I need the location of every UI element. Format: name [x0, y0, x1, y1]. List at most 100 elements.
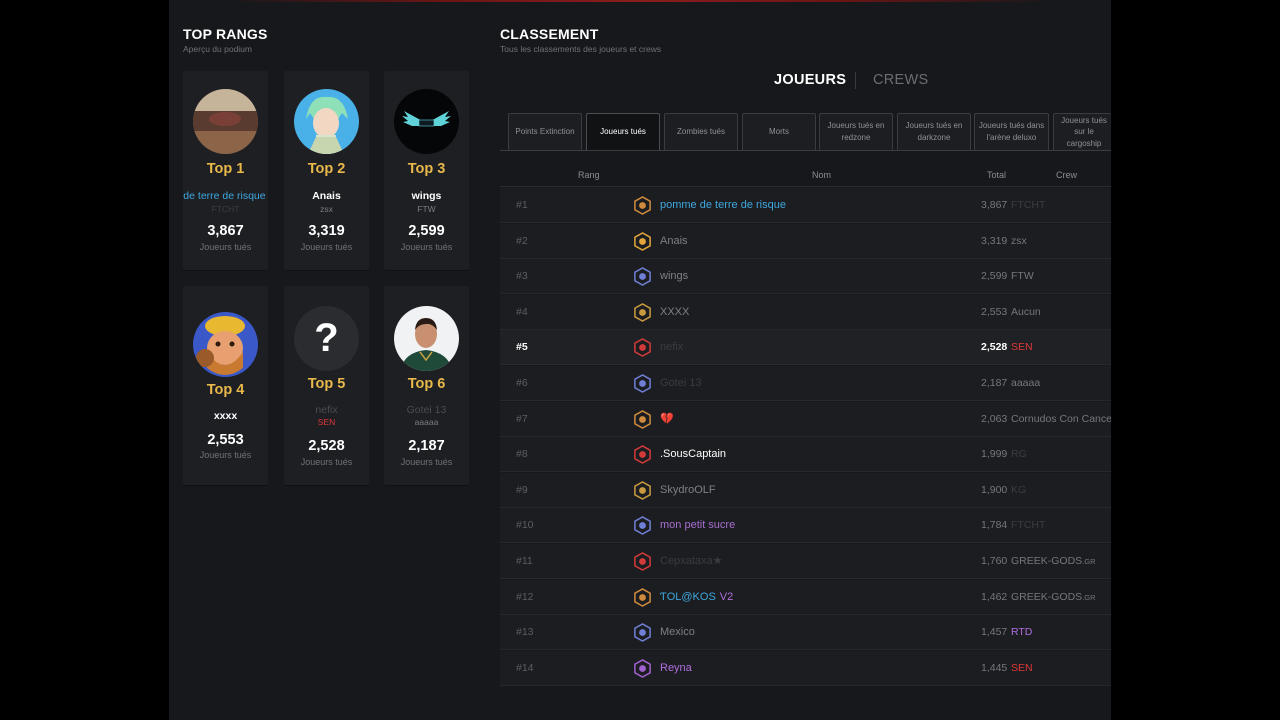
row-player-name[interactable]: SkydroOLF: [660, 473, 716, 508]
row-player-name[interactable]: nefix: [660, 330, 683, 365]
podium-card-5[interactable]: ? Top 5 nefix SEN 2,528 Joueurs tués: [284, 286, 369, 485]
crew-name-text: GREEK-GODS: [1011, 555, 1083, 567]
podium-card-2[interactable]: Top 2 Anais zsx 3,319 Joueurs tués: [284, 71, 369, 270]
top-ranks-title: TOP RANGS: [183, 26, 268, 42]
table-row[interactable]: #12 ƬOL@KOS V2 1,462 GREEK-GODS.GR: [500, 579, 1111, 615]
player-name-text: nefix: [660, 341, 684, 354]
table-row[interactable]: #8 .SousCaptain 1,999 RG: [500, 437, 1111, 473]
table-row[interactable]: #10 mon petit sucre 1,784 FTCHT: [500, 508, 1111, 544]
row-player-name[interactable]: pomme de terre de risque: [660, 188, 786, 223]
row-crew[interactable]: FTCHT: [1011, 508, 1045, 543]
player-name-text: ƬOL@KOS: [660, 590, 716, 603]
crew-suffix: .GR: [1082, 557, 1096, 566]
table-row[interactable]: #2 Anais 3,319 zsx: [500, 223, 1111, 259]
player-name-text: wings: [660, 270, 689, 283]
row-player-name[interactable]: XXXX: [660, 295, 689, 330]
row-player-name[interactable]: Mexico: [660, 615, 695, 650]
podium-score: 2,187: [408, 438, 445, 454]
tab-zombies-killed[interactable]: Zombies tués: [664, 113, 738, 150]
row-crew[interactable]: zsx: [1011, 224, 1027, 259]
row-crew[interactable]: SEN: [1011, 330, 1033, 365]
row-player-name[interactable]: Anais: [660, 224, 688, 259]
column-header-name: Nom: [812, 170, 832, 180]
podium-player-name[interactable]: xxxx: [183, 410, 268, 422]
row-player-name[interactable]: 💔: [660, 402, 674, 437]
podium-player-name[interactable]: nefix: [284, 404, 369, 416]
ranking-subtitle: Tous les classements des joueurs et crew…: [500, 44, 662, 54]
podium-score-unit: Joueurs tués: [199, 242, 252, 252]
crew-name-text: RG: [1011, 448, 1027, 461]
podium-player-name[interactable]: Gotei 13: [384, 404, 469, 416]
crew-suffix: .GR: [1082, 592, 1096, 602]
row-total: 2,187: [981, 377, 1008, 389]
row-crew[interactable]: GREEK-GODS.GR: [1011, 580, 1096, 615]
gold-sword-badge-icon: [634, 302, 651, 322]
podium-card-1[interactable]: Top 1 pomme de terre de risque FTCHT 3,8…: [183, 71, 268, 270]
tab-cargoship-kills[interactable]: Joueurs tués sur le cargoship: [1053, 113, 1111, 150]
row-player-name[interactable]: Cepxataxa★: [660, 544, 722, 579]
podium-score-unit: Joueurs tués: [400, 242, 453, 252]
row-crew[interactable]: KG: [1011, 473, 1026, 508]
table-row[interactable]: #14 Reyna 1,445 SEN: [500, 650, 1111, 686]
table-row[interactable]: #11 Cepxataxa★ 1,760 GREEK-GODS.GR: [500, 544, 1111, 579]
player-name-text: pomme de terre de risque: [660, 199, 786, 211]
row-player-name[interactable]: .SousCaptain: [660, 437, 726, 472]
row-rank: #11: [516, 555, 533, 567]
table-row[interactable]: #3 wings 2,599 FTW: [500, 259, 1111, 295]
player-avatar-footballer: [394, 306, 459, 371]
tab-deluxo-arena-kills[interactable]: Joueurs tués dans l'arène deluxo: [974, 113, 1049, 150]
crew-name-text: FTCHT: [1011, 199, 1046, 211]
podium-card-4[interactable]: Top 4 xxxx 2,553 Joueurs tués: [183, 286, 268, 485]
table-row[interactable]: #13 Mexico 1,457 RTD: [500, 615, 1111, 651]
table-row[interactable]: #1 pomme de terre de risque 3,867 FTCHT: [500, 188, 1111, 223]
row-rank: #3: [516, 270, 528, 283]
table-row[interactable]: #4 XXXX 2,553 Aucun: [500, 294, 1111, 330]
tab-players-killed[interactable]: Joueurs tués: [586, 113, 660, 150]
row-rank: #8: [516, 448, 528, 461]
row-crew[interactable]: SEN: [1011, 651, 1033, 686]
player-name-text: SkydroOLF: [660, 483, 716, 496]
purple-skull-badge-icon: [634, 658, 651, 678]
table-row[interactable]: #7 💔 2,063 Cornudos Con Cancer: [500, 401, 1111, 437]
blue-hex-badge-icon: [634, 267, 651, 287]
row-crew[interactable]: aaaaa: [1011, 366, 1040, 401]
row-player-name[interactable]: mon petit sucre: [660, 508, 735, 543]
podium-score: 2,599: [408, 223, 445, 239]
row-player-name[interactable]: Gotei 13: [660, 366, 702, 401]
row-rank: #7: [516, 412, 528, 425]
row-crew[interactable]: Aucun: [1011, 295, 1041, 330]
tab-players[interactable]: JOUEURS: [774, 72, 846, 88]
crew-name-text: Aucun: [1011, 305, 1041, 318]
table-row[interactable]: #6 Gotei 13 2,187 aaaaa: [500, 366, 1111, 401]
podium-score-unit: Joueurs tués: [300, 457, 353, 467]
podium-crew-name: FTW: [417, 204, 436, 214]
tab-darkzone-kills[interactable]: Joueurs tués en darkzone: [897, 113, 971, 150]
row-player-name[interactable]: ƬOL@KOS V2: [660, 580, 733, 615]
crew-name-text: SEN: [1011, 341, 1033, 354]
row-crew[interactable]: FTW: [1011, 259, 1034, 294]
podium-player-name[interactable]: wings: [384, 190, 469, 202]
podium-score: 3,319: [308, 223, 345, 239]
row-crew[interactable]: Cornudos Con Cancer: [1011, 402, 1111, 437]
row-player-name[interactable]: wings: [660, 259, 688, 294]
tab-crews[interactable]: CREWS: [873, 72, 928, 88]
row-player-name[interactable]: Reyna: [660, 651, 692, 686]
podium-score-unit: Joueurs tués: [199, 450, 252, 460]
row-rank: #12: [516, 590, 534, 603]
row-crew[interactable]: RTD: [1011, 615, 1032, 650]
row-crew[interactable]: RG: [1011, 437, 1027, 472]
podium-player-name[interactable]: Anais: [284, 190, 369, 202]
crew-name-text: FTCHT: [1011, 519, 1046, 532]
row-crew[interactable]: GREEK-GODS.GR: [1011, 544, 1096, 579]
table-row[interactable]: #9 SkydroOLF 1,900 KG: [500, 472, 1111, 508]
podium-card-3[interactable]: Top 3 wings FTW 2,599 Joueurs tués: [384, 71, 469, 270]
podium-card-6[interactable]: Top 6 Gotei 13 aaaaa 2,187 Joueurs tués: [384, 286, 469, 485]
tab-redzone-kills[interactable]: Joueurs tués en redzone: [819, 113, 893, 150]
row-crew[interactable]: FTCHT: [1011, 188, 1045, 223]
tab-points-extinction[interactable]: Points Extinction: [508, 113, 582, 150]
blue-hex-badge-icon: [634, 374, 651, 393]
tab-deaths[interactable]: Morts: [742, 113, 816, 150]
table-row[interactable]: #5 nefix 2,528 SEN: [500, 330, 1111, 366]
wings-logo-avatar: [394, 89, 459, 154]
podium-player-name[interactable]: pomme de terre de risque: [183, 190, 268, 202]
